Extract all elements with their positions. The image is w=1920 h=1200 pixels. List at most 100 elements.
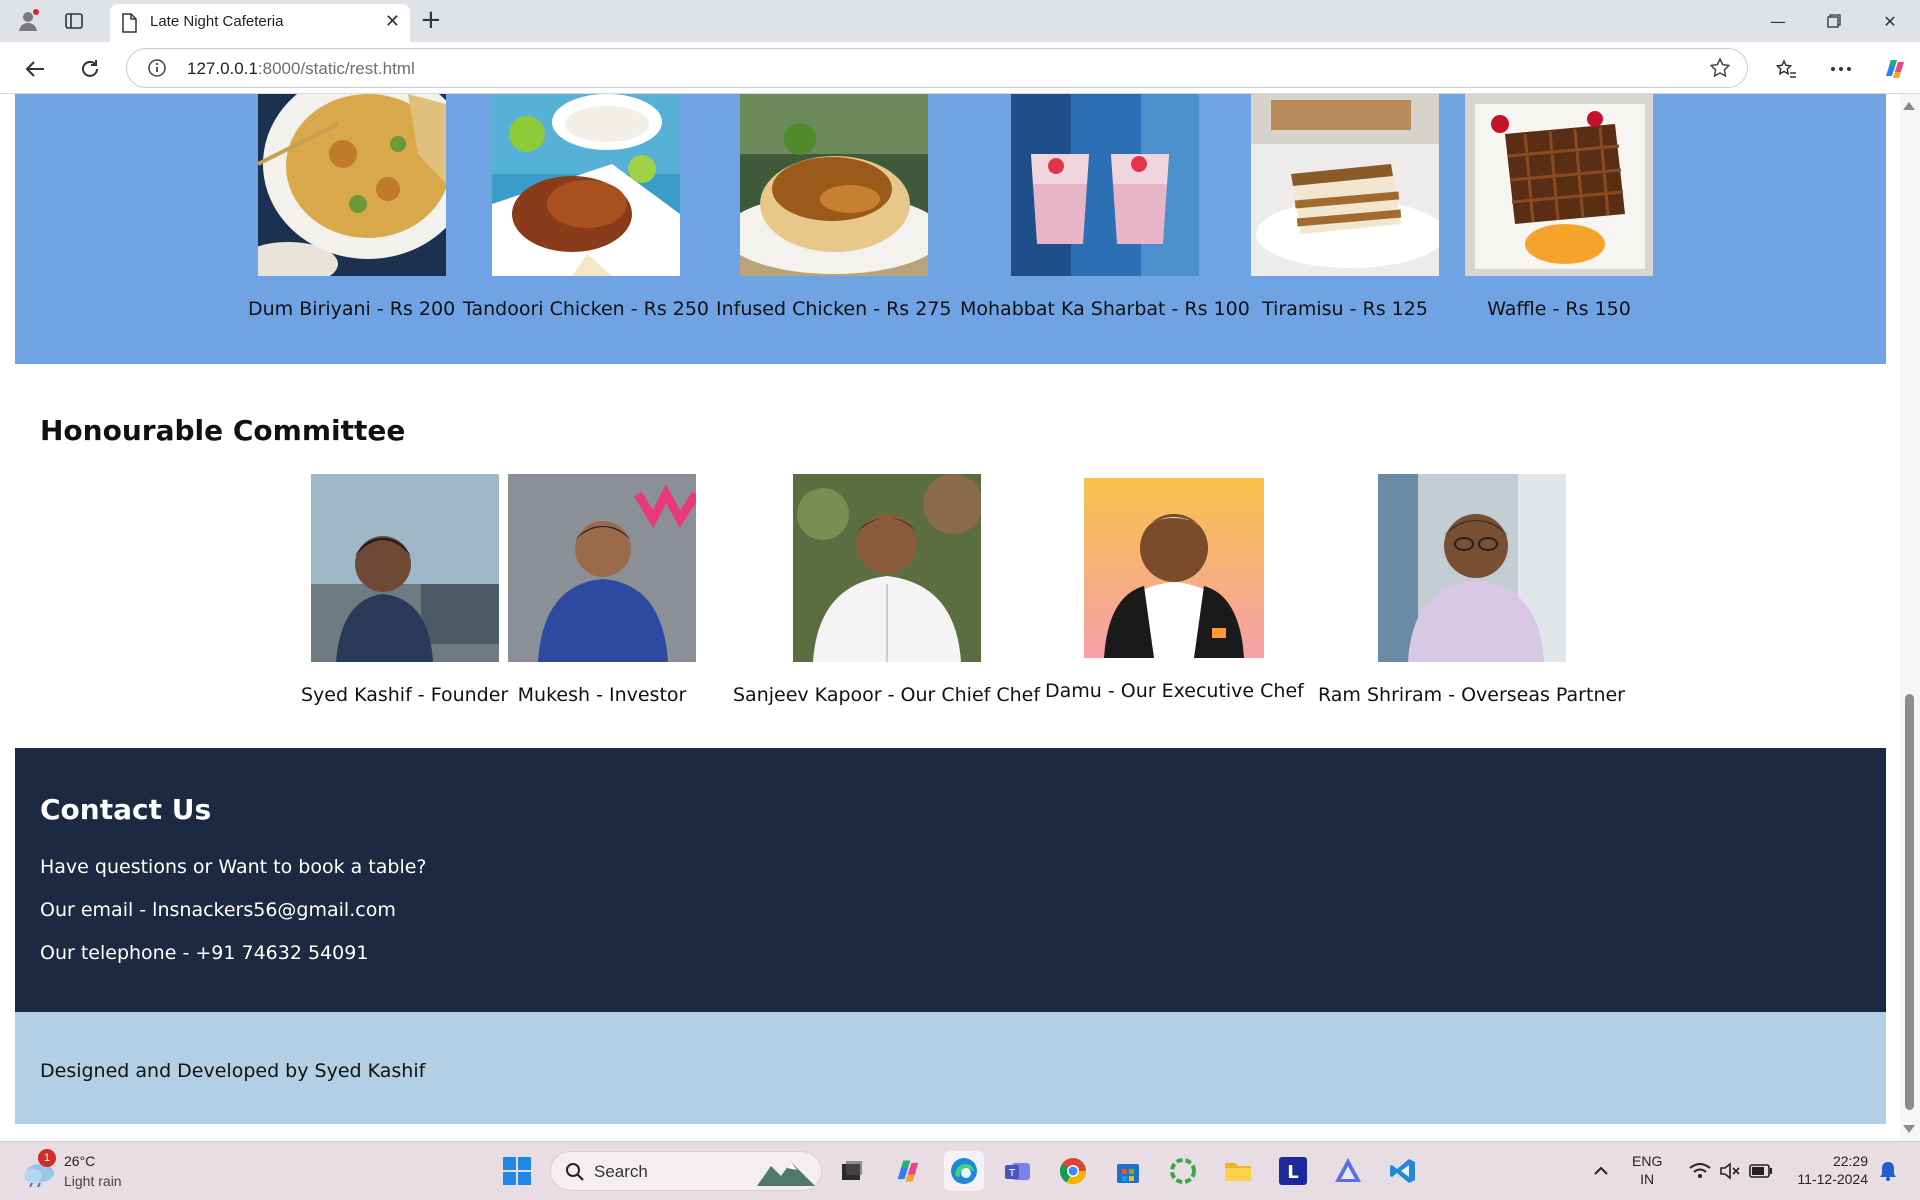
mohabbat-ka-sharbat-image: [1010, 94, 1199, 276]
favorite-star-icon[interactable]: [1709, 57, 1731, 83]
menu-item-caption: Mohabbat Ka Sharbat - Rs 100: [960, 298, 1250, 320]
waffle-image: [1465, 94, 1653, 276]
menu-item: Tiramisu - Rs 125: [1251, 94, 1439, 320]
member-caption: Sanjeev Kapoor - Our Chief Chef: [733, 684, 1041, 706]
committee-member: Mukesh - Investor: [508, 474, 696, 706]
file-explorer-icon[interactable]: [1218, 1151, 1258, 1191]
member-caption: Damu - Our Executive Chef: [1045, 680, 1304, 702]
clock-date: 11-12-2024: [1797, 1171, 1868, 1187]
page-footer: Designed and Developed by Syed Kashif: [15, 1012, 1886, 1124]
copilot-icon[interactable]: [1880, 54, 1910, 84]
favorites-icon[interactable]: [1771, 54, 1801, 84]
vertical-scrollbar[interactable]: [1900, 94, 1920, 1141]
edge-browser-icon[interactable]: [944, 1151, 984, 1191]
region-code: IN: [1640, 1171, 1655, 1187]
member-caption: Mukesh - Investor: [517, 684, 687, 706]
browser-tab-strip: Late Night Cafeteria ✕ + — ✕: [0, 0, 1920, 42]
task-view-icon[interactable]: [832, 1151, 872, 1191]
back-icon[interactable]: [20, 54, 50, 84]
member-caption: Ram Shriram - Overseas Partner: [1318, 684, 1625, 706]
infused-chicken-image: [739, 94, 928, 276]
scrollbar-thumb[interactable]: [1905, 694, 1914, 1110]
page-icon: [121, 13, 137, 37]
site-info-icon[interactable]: [147, 58, 167, 82]
menu-section: Dum Biriyani - Rs 200 Tandoori Chicken -…: [15, 94, 1886, 364]
notification-badge: 1: [38, 1149, 56, 1167]
contact-email: Our email - lnsnackers56@gmail.com: [40, 899, 396, 921]
reload-icon[interactable]: [75, 54, 105, 84]
address-bar: 127.0.0.1:8000/static/rest.html: [0, 42, 1920, 94]
restore-icon[interactable]: [1814, 8, 1854, 34]
menu-item: Dum Biriyani - Rs 200: [248, 94, 455, 320]
url-path: :8000/static/rest.html: [257, 59, 415, 78]
contact-phone: Our telephone - +91 74632 54091: [40, 942, 369, 964]
svg-text:T: T: [1008, 1168, 1016, 1179]
menu-item: Infused Chicken - Rs 275: [716, 94, 952, 320]
green-circle-app-icon[interactable]: [1163, 1151, 1203, 1191]
taskbar-search[interactable]: Search: [550, 1151, 822, 1191]
scroll-down-icon[interactable]: [1903, 1125, 1915, 1133]
notification-bell-icon[interactable]: [1868, 1151, 1908, 1191]
tandoori-chicken-image: [492, 94, 681, 276]
menu-item-caption: Dum Biriyani - Rs 200: [248, 298, 456, 320]
menu-item-caption: Tandoori Chicken - Rs 250: [463, 298, 710, 320]
committee-member: Damu - Our Executive Chef: [1045, 474, 1304, 702]
teams-icon[interactable]: T: [998, 1151, 1038, 1191]
member-photo: [792, 474, 981, 662]
tab-actions-icon[interactable]: [60, 8, 88, 34]
language-code: ENG: [1632, 1153, 1663, 1169]
start-windows-icon[interactable]: [497, 1151, 537, 1191]
page-viewport: Dum Biriyani - Rs 200 Tandoori Chicken -…: [0, 94, 1920, 1141]
url-host: 127.0.0.1: [187, 59, 258, 78]
tiramisu-image: [1251, 94, 1439, 276]
contact-heading: Contact Us: [40, 793, 212, 826]
close-tab-icon[interactable]: ✕: [385, 12, 400, 32]
url-text: 127.0.0.1:8000/static/rest.html: [187, 59, 415, 79]
chrome-icon[interactable]: [1053, 1151, 1093, 1191]
store-icon[interactable]: [1108, 1151, 1148, 1191]
hidden-icons-chevron-icon[interactable]: [1581, 1151, 1621, 1191]
member-photo: [310, 474, 499, 662]
svg-text:L: L: [1287, 1162, 1298, 1183]
tab-title: Late Night Cafeteria: [150, 13, 284, 30]
committee-heading: Honourable Committee: [40, 414, 406, 447]
new-tab-icon[interactable]: +: [420, 6, 442, 34]
clock[interactable]: 22:29 11-12-2024: [1784, 1152, 1868, 1188]
committee-member: Syed Kashif - Founder: [301, 474, 508, 706]
committee-member: Sanjeev Kapoor - Our Chief Chef: [733, 474, 1040, 706]
contact-question: Have questions or Want to book a table?: [40, 856, 427, 878]
l-app-icon[interactable]: L: [1273, 1151, 1313, 1191]
menu-item-caption: Infused Chicken - Rs 275: [716, 298, 952, 320]
a-app-icon[interactable]: [1328, 1151, 1368, 1191]
search-icon: [566, 1163, 584, 1181]
menu-item: Mohabbat Ka Sharbat - Rs 100: [960, 94, 1250, 320]
minimize-icon[interactable]: —: [1758, 8, 1798, 34]
contact-section: Contact Us Have questions or Want to boo…: [15, 748, 1886, 1012]
web-page: Dum Biriyani - Rs 200 Tandoori Chicken -…: [15, 94, 1886, 1141]
copilot-app-icon[interactable]: [888, 1151, 928, 1191]
taskbar: 1 26°C Light rain Search T L ENG IN 22:2…: [0, 1141, 1920, 1200]
menu-item-caption: Waffle - Rs 150: [1487, 298, 1631, 320]
battery-icon: [1749, 1164, 1772, 1178]
language-indicator[interactable]: ENG IN: [1632, 1152, 1662, 1188]
profile-icon[interactable]: [14, 8, 42, 34]
active-tab[interactable]: Late Night Cafeteria ✕: [110, 4, 410, 42]
member-photo: [1084, 478, 1265, 658]
close-window-icon[interactable]: ✕: [1870, 8, 1910, 34]
more-options-icon[interactable]: [1826, 54, 1856, 84]
scroll-up-icon[interactable]: [1903, 102, 1915, 110]
weather-temp: 26°C: [64, 1153, 96, 1169]
member-photo: [1377, 474, 1566, 662]
system-tray[interactable]: [1678, 1151, 1784, 1191]
wifi-icon: [1689, 1163, 1711, 1178]
member-photo: [508, 474, 696, 662]
speaker-muted-icon: [1720, 1162, 1740, 1180]
url-field[interactable]: 127.0.0.1:8000/static/rest.html: [126, 48, 1748, 88]
search-label: Search: [594, 1162, 648, 1181]
menu-item: Waffle - Rs 150: [1465, 94, 1653, 320]
weather-widget[interactable]: 1 26°C Light rain: [20, 1149, 140, 1195]
vscode-icon[interactable]: [1383, 1151, 1423, 1191]
committee-member: Ram Shriram - Overseas Partner: [1318, 474, 1625, 706]
menu-item: Tandoori Chicken - Rs 250: [463, 94, 709, 320]
search-highlight-icon: [757, 1162, 815, 1186]
